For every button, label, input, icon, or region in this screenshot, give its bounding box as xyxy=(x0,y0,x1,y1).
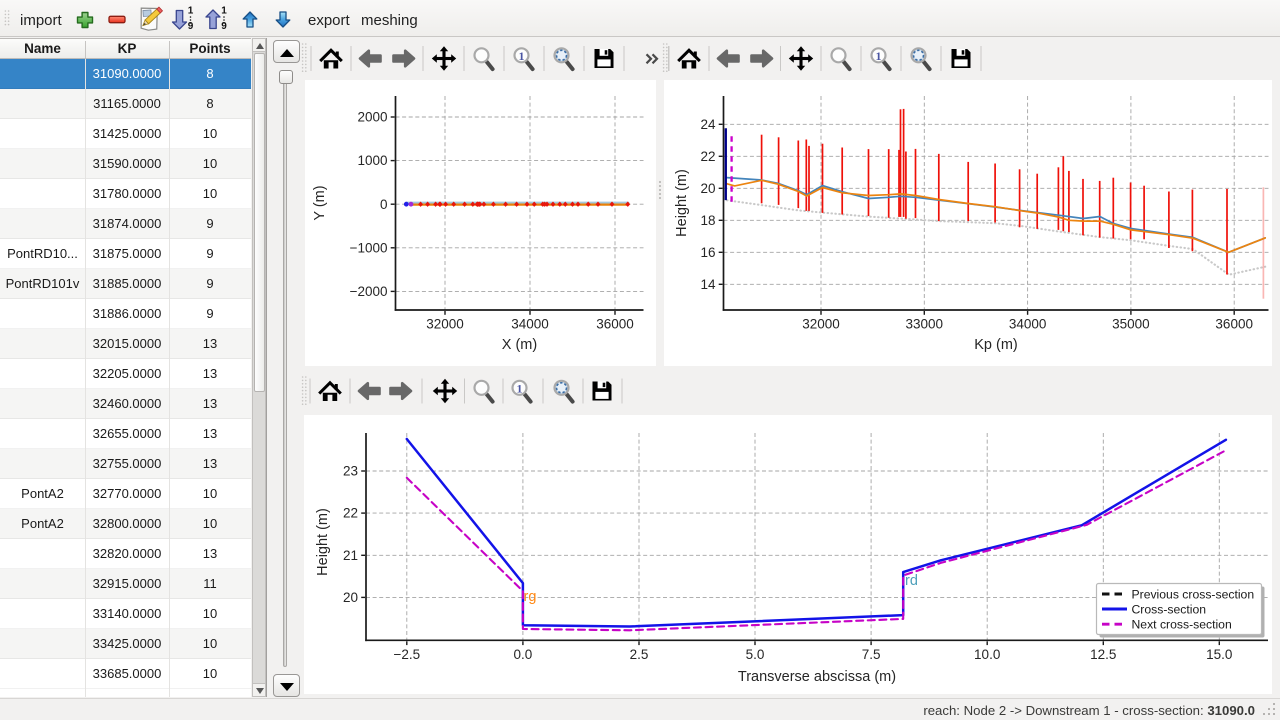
svg-text:1: 1 xyxy=(519,49,525,63)
svg-text:1: 1 xyxy=(876,49,882,63)
svg-text:1: 1 xyxy=(517,382,523,396)
